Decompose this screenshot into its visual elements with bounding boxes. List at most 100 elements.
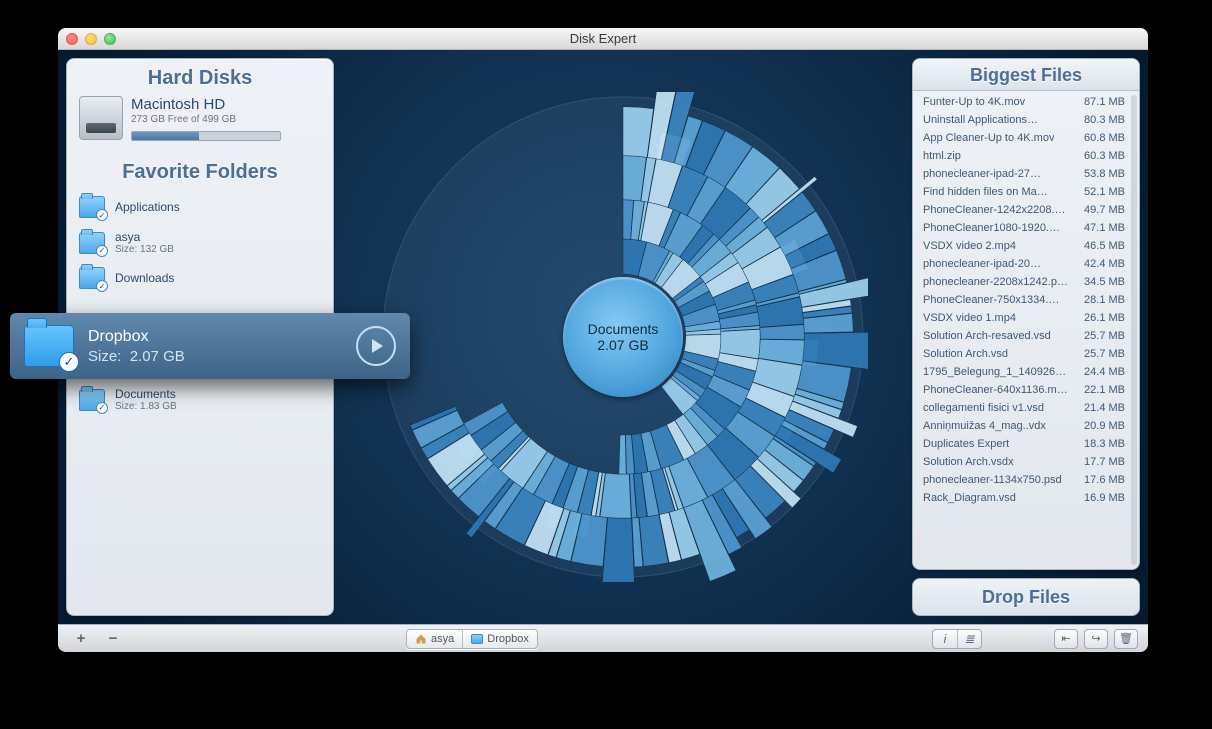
sunburst-center[interactable]: Documents 2.07 GB [563, 277, 683, 397]
file-size: 49.7 MB [1084, 204, 1125, 216]
disk-info: Macintosh HD 273 GB Free of 499 GB [131, 96, 321, 141]
file-name: phonecleaner-1134x750.psd [923, 474, 1062, 486]
breadcrumb-item[interactable]: asya [407, 630, 462, 648]
scan-play-button[interactable] [356, 326, 396, 366]
popout-folder-size: Size: 2.07 GB [88, 348, 185, 365]
check-badge-icon: ✓ [59, 352, 79, 372]
file-row[interactable]: App Cleaner-Up to 4K.mov60.8 MB [921, 129, 1135, 147]
file-size: 28.1 MB [1084, 294, 1125, 306]
file-row[interactable]: Funter-Up to 4K.mov87.1 MB [921, 93, 1135, 111]
sunburst-chart[interactable]: Documents 2.07 GB [378, 92, 868, 582]
file-row[interactable]: PhoneCleaner-1242x2208.mov 49.7 MB [921, 201, 1135, 219]
folder-text: Downloads [115, 271, 174, 285]
reveal-button[interactable]: ↪ [1084, 629, 1108, 649]
disk-row[interactable]: Macintosh HD 273 GB Free of 499 GB [75, 96, 325, 141]
file-size: 47.1 MB [1084, 222, 1125, 234]
folder-name: Documents [115, 387, 177, 401]
folder-size: Size: 1.83 GB [115, 401, 177, 412]
titlebar: Disk Expert [58, 28, 1148, 50]
file-row[interactable]: Find hidden files on Ma…52.1 MB [921, 183, 1135, 201]
file-row[interactable]: phonecleaner-1134x750.psd 17.6 MB [921, 471, 1135, 489]
file-row[interactable]: Duplicates Expert18.3 MB [921, 435, 1135, 453]
file-name: phonecleaner-ipad-27… [923, 168, 1041, 180]
file-row[interactable]: phonecleaner-ipad-27… 53.8 MB [921, 165, 1135, 183]
sunburst-center-label: Documents [588, 321, 659, 337]
file-name: Rack_Diagram.vsd [923, 492, 1016, 504]
file-row[interactable]: collegamenti fisici v1.vsd21.4 MB [921, 399, 1135, 417]
disk-name: Macintosh HD [131, 96, 321, 113]
file-row[interactable]: html.zip60.3 MB [921, 147, 1135, 165]
file-name: Uninstall Applications… [923, 114, 1038, 126]
recent-folders-list: ✓DocumentsSize: 1.83 GB [75, 381, 325, 418]
file-name: Solution Arch-resaved.vsd [923, 330, 1051, 342]
file-row[interactable]: PhoneCleaner-640x1136.mov22.1 MB [921, 381, 1135, 399]
sunburst-center-size: 2.07 GB [597, 337, 648, 353]
file-name: collegamenti fisici v1.vsd [923, 402, 1044, 414]
biggest-files-title: Biggest Files [913, 59, 1139, 91]
file-size: 53.8 MB [1084, 168, 1125, 180]
folder-text: DocumentsSize: 1.83 GB [115, 387, 177, 412]
file-row[interactable]: phonecleaner-ipad-20… 42.4 MB [921, 255, 1135, 273]
home-icon [415, 633, 427, 645]
file-row[interactable]: Uninstall Applications… 80.3 MB [921, 111, 1135, 129]
folder-item[interactable]: ✓DocumentsSize: 1.83 GB [75, 381, 325, 418]
file-size: 34.5 MB [1084, 276, 1125, 288]
folder-size: Size: 132 GB [115, 244, 174, 255]
trash-icon: 🗑 [1119, 632, 1133, 645]
file-name: PhoneCleaner-640x1136.mov [923, 384, 1068, 396]
file-name: Solution Arch.vsdx [923, 456, 1014, 468]
file-size: 26.1 MB [1084, 312, 1125, 324]
file-name: VSDX video 2.mp4 [923, 240, 1016, 252]
file-row[interactable]: VSDX video 2.mp446.5 MB [921, 237, 1135, 255]
file-row[interactable]: phonecleaner-2208x1242.psd34.5 MB [921, 273, 1135, 291]
file-row[interactable]: Solution Arch.vsdx17.7 MB [921, 453, 1135, 471]
folder-item[interactable]: ✓ Downloads [75, 261, 325, 295]
breadcrumb-label: asya [431, 633, 454, 645]
file-size: 42.4 MB [1084, 258, 1125, 270]
breadcrumb-item[interactable]: Dropbox [462, 630, 537, 648]
folder-item[interactable]: ✓Applications [75, 190, 325, 224]
biggest-files-list[interactable]: Funter-Up to 4K.mov87.1 MBUninstall Appl… [913, 91, 1139, 569]
drop-files-panel[interactable]: Drop Files [912, 578, 1140, 616]
file-row[interactable]: Solution Arch-resaved.vsd 25.7 MB [921, 327, 1135, 345]
file-size: 25.7 MB [1084, 348, 1125, 360]
popout-text: Dropbox Size: 2.07 GB [88, 328, 185, 365]
file-size: 17.6 MB [1084, 474, 1125, 486]
check-badge-icon: ✓ [96, 280, 108, 292]
file-name: Funter-Up to 4K.mov [923, 96, 1025, 108]
file-row[interactable]: VSDX video 1.mp4 26.1 MB [921, 309, 1135, 327]
file-name: VSDX video 1.mp4 [923, 312, 1016, 324]
collapse-icon: ⇤ [1061, 632, 1070, 645]
file-row[interactable]: Anniņmuižas 4_mag..vdx20.9 MB [921, 417, 1135, 435]
file-size: 25.7 MB [1084, 330, 1125, 342]
folder-item[interactable]: ✓asyaSize: 132 GB [75, 224, 325, 261]
breadcrumb: asya Dropbox [406, 629, 538, 649]
file-name: Anniņmuižas 4_mag..vdx [923, 420, 1046, 432]
file-row[interactable]: PhoneCleaner1080-1920.mov47.1 MB [921, 219, 1135, 237]
view-mode-segment: i ≣ [932, 629, 982, 649]
trash-button[interactable]: 🗑 [1114, 629, 1138, 649]
file-name: PhoneCleaner-1242x2208.mov [923, 204, 1068, 216]
remove-button[interactable]: − [100, 630, 126, 648]
list-view-button[interactable]: ≣ [957, 630, 981, 648]
collapse-button[interactable]: ⇤ [1054, 629, 1078, 649]
favorite-folders-title: Favorite Folders [75, 161, 325, 184]
folder-text: asyaSize: 132 GB [115, 230, 174, 255]
add-button[interactable]: + [68, 630, 94, 648]
biggest-files-panel: Biggest Files Funter-Up to 4K.mov87.1 MB… [912, 58, 1140, 570]
file-row[interactable]: PhoneCleaner-750x1334.mov 28.1 MB [921, 291, 1135, 309]
file-row[interactable]: Rack_Diagram.vsd16.9 MB [921, 489, 1135, 507]
file-name: Duplicates Expert [923, 438, 1009, 450]
folder-name: asya [115, 230, 174, 244]
folder-name: Downloads [115, 271, 174, 285]
file-name: PhoneCleaner-750x1334.mov [923, 294, 1068, 306]
file-name: phonecleaner-ipad-20… [923, 258, 1041, 270]
info-view-button[interactable]: i [933, 630, 957, 648]
file-size: 80.3 MB [1084, 114, 1125, 126]
check-badge-icon: ✓ [96, 209, 108, 221]
bottom-toolbar: + − asya Dropbox i ≣ ⇤ ↪ 🗑 [58, 624, 1148, 652]
folder-mini-icon [471, 634, 483, 644]
file-row[interactable]: Solution Arch.vsd25.7 MB [921, 345, 1135, 363]
drop-files-label: Drop Files [982, 587, 1070, 608]
file-row[interactable]: 1795_Belegung_1_140926.vsd24.4 MB [921, 363, 1135, 381]
